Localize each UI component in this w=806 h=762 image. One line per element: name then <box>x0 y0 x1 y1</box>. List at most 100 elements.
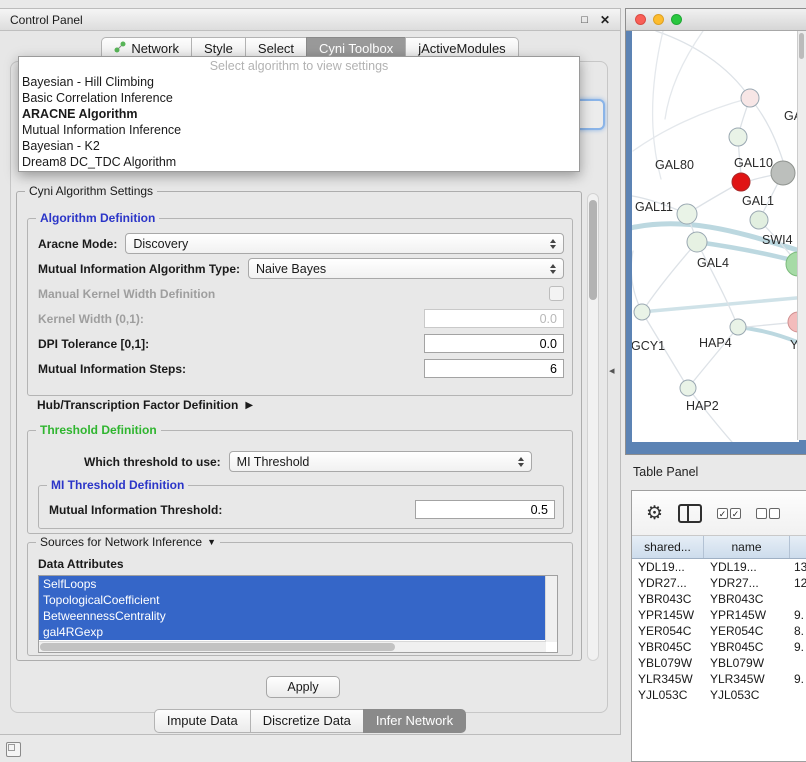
network-edge[interactable] <box>665 31 703 119</box>
network-window-titlebar[interactable] <box>626 9 806 31</box>
hub-section-toggle[interactable]: Hub/Transcription Factor Definition ▶ <box>37 398 253 412</box>
mi-steps-input[interactable] <box>424 359 564 378</box>
float-window-icon[interactable]: □ <box>581 14 588 26</box>
algorithm-option[interactable]: Dream8 DC_TDC Algorithm <box>19 154 579 170</box>
table-row[interactable]: YLR345WYLR345W9. <box>632 671 806 687</box>
table-row[interactable]: YBL079WYBL079W <box>632 655 806 671</box>
table-row[interactable]: YJL053CYJL053C <box>632 687 806 703</box>
table-row[interactable]: YDR27...YDR27...12... <box>632 575 806 591</box>
manual-kernel-width-checkbox[interactable] <box>549 286 564 301</box>
attributes-horizontal-scrollbar[interactable] <box>39 641 546 652</box>
network-edge[interactable] <box>653 31 663 179</box>
column-header[interactable] <box>790 536 806 558</box>
algorithm-option[interactable]: Basic Correlation Inference <box>19 90 579 106</box>
bottom-tab-discretize-data[interactable]: Discretize Data <box>250 709 363 733</box>
algorithm-option[interactable]: Bayesian - K2 <box>19 138 579 154</box>
select-all-checkboxes-icon[interactable]: ✓ ✓ <box>717 508 741 519</box>
close-icon[interactable]: ✕ <box>600 13 610 27</box>
network-edge[interactable] <box>641 297 799 312</box>
network-edge[interactable] <box>642 242 697 312</box>
table-cell: YDL19... <box>632 559 704 575</box>
network-node[interactable] <box>680 380 696 396</box>
network-node[interactable] <box>729 128 747 146</box>
attributes-vertical-scrollbar[interactable] <box>545 576 557 642</box>
mi-threshold-input[interactable] <box>415 500 555 519</box>
kernel-width-input[interactable] <box>424 309 564 328</box>
bottom-tab-infer-network[interactable]: Infer Network <box>363 709 466 733</box>
network-canvas[interactable]: GALGAL80GAL10GAL11GAL1SWI4GAL4GCY1HAP4YH… <box>632 31 799 442</box>
algorithm-option[interactable]: ARACNE Algorithm <box>19 106 579 122</box>
network-tab-icon <box>114 41 126 57</box>
table-cell: 12... <box>790 575 806 591</box>
minimize-traffic-light-icon[interactable] <box>653 14 664 25</box>
data-attribute-item[interactable]: BetweennessCentrality <box>39 608 545 624</box>
network-node[interactable] <box>687 232 707 252</box>
network-edge[interactable] <box>632 251 642 312</box>
network-node[interactable] <box>771 161 795 185</box>
column-header[interactable]: name <box>704 536 790 558</box>
table-row[interactable]: YBR043CYBR043C <box>632 591 806 607</box>
sources-section-toggle[interactable]: Sources for Network Inference ▼ <box>36 535 220 549</box>
dpi-tolerance-input[interactable] <box>424 334 564 353</box>
settings-scrollbar[interactable] <box>587 193 599 661</box>
dpi-tolerance-label: DPI Tolerance [0,1]: <box>38 337 149 351</box>
desktop: Control Panel □ ✕ NetworkStyleSelectCyni… <box>0 0 806 762</box>
network-node[interactable] <box>732 173 750 191</box>
close-traffic-light-icon[interactable] <box>635 14 646 25</box>
table-cell: YBR045C <box>704 639 790 655</box>
mi-threshold-label: Mutual Information Threshold: <box>49 503 222 517</box>
network-node[interactable] <box>750 211 768 229</box>
network-node-label: GAL4 <box>697 256 729 270</box>
table-row[interactable]: YBR045CYBR045C9. <box>632 639 806 655</box>
aracne-mode-row: Aracne Mode: Discovery <box>38 233 564 254</box>
network-node[interactable] <box>741 89 759 107</box>
network-scrollbar[interactable] <box>797 31 806 440</box>
table-columns-icon[interactable] <box>678 504 702 523</box>
mi-algorithm-type-select[interactable]: Naive Bayes <box>248 258 564 279</box>
gear-icon[interactable]: ⚙ <box>646 504 663 523</box>
panel-splitter-arrow-icon[interactable]: ◂ <box>609 364 615 377</box>
algorithm-placeholder: Select algorithm to view settings <box>19 58 579 74</box>
algorithm-options-list: Bayesian - Hill ClimbingBasic Correlatio… <box>19 74 579 170</box>
expanded-arrow-icon: ▼ <box>207 537 216 547</box>
table-cell: YDR27... <box>632 575 704 591</box>
control-panel-window: Control Panel □ ✕ NetworkStyleSelectCyni… <box>0 8 621 735</box>
aracne-mode-select[interactable]: Discovery <box>125 233 564 254</box>
network-edge[interactable] <box>750 98 783 161</box>
algorithm-option[interactable]: Mutual Information Inference <box>19 122 579 138</box>
network-graph[interactable]: GALGAL80GAL10GAL11GAL1SWI4GAL4GCY1HAP4YH… <box>632 31 799 442</box>
zoom-traffic-light-icon[interactable] <box>671 14 682 25</box>
network-node[interactable] <box>730 319 746 335</box>
table-cell: 9. <box>790 671 806 687</box>
table-cell: YBL079W <box>632 655 704 671</box>
table-cell: YJL053C <box>704 687 790 703</box>
network-edge[interactable] <box>656 31 750 98</box>
network-node-label: GAL10 <box>734 156 773 170</box>
network-edge[interactable] <box>697 242 738 327</box>
data-attribute-item[interactable]: TopologicalCoefficient <box>39 592 545 608</box>
combo-arrows-icon <box>546 264 559 274</box>
data-attributes-list[interactable]: SelfLoopsTopologicalCoefficientBetweenne… <box>38 575 558 653</box>
scrollbar-thumb[interactable] <box>589 200 597 300</box>
which-threshold-select[interactable]: MI Threshold <box>229 451 532 472</box>
table-cell: YLR345W <box>632 671 704 687</box>
table-row[interactable]: YPR145WYPR145W9. <box>632 607 806 623</box>
algorithm-option[interactable]: Bayesian - Hill Climbing <box>19 74 579 90</box>
restore-panel-icon[interactable] <box>6 742 21 757</box>
table-row[interactable]: YER054CYER054C8. <box>632 623 806 639</box>
data-attribute-item[interactable]: SelfLoops <box>39 576 545 592</box>
network-node-label: GCY1 <box>632 339 665 353</box>
data-attribute-item[interactable]: gal4RGexp <box>39 624 545 640</box>
network-node[interactable] <box>677 204 697 224</box>
column-header[interactable]: shared... <box>632 536 704 558</box>
apply-button[interactable]: Apply <box>266 676 340 698</box>
deselect-all-checkboxes-icon[interactable] <box>756 508 780 519</box>
table-cell: YBR045C <box>632 639 704 655</box>
network-edge[interactable] <box>688 388 732 442</box>
network-node-label: HAP2 <box>686 399 719 413</box>
network-node[interactable] <box>634 304 650 320</box>
bottom-tab-impute-data[interactable]: Impute Data <box>154 709 250 733</box>
scrollbar-thumb[interactable] <box>799 33 804 59</box>
table-header: shared...name <box>632 536 806 559</box>
table-row[interactable]: YDL19...YDL19...13... <box>632 559 806 575</box>
